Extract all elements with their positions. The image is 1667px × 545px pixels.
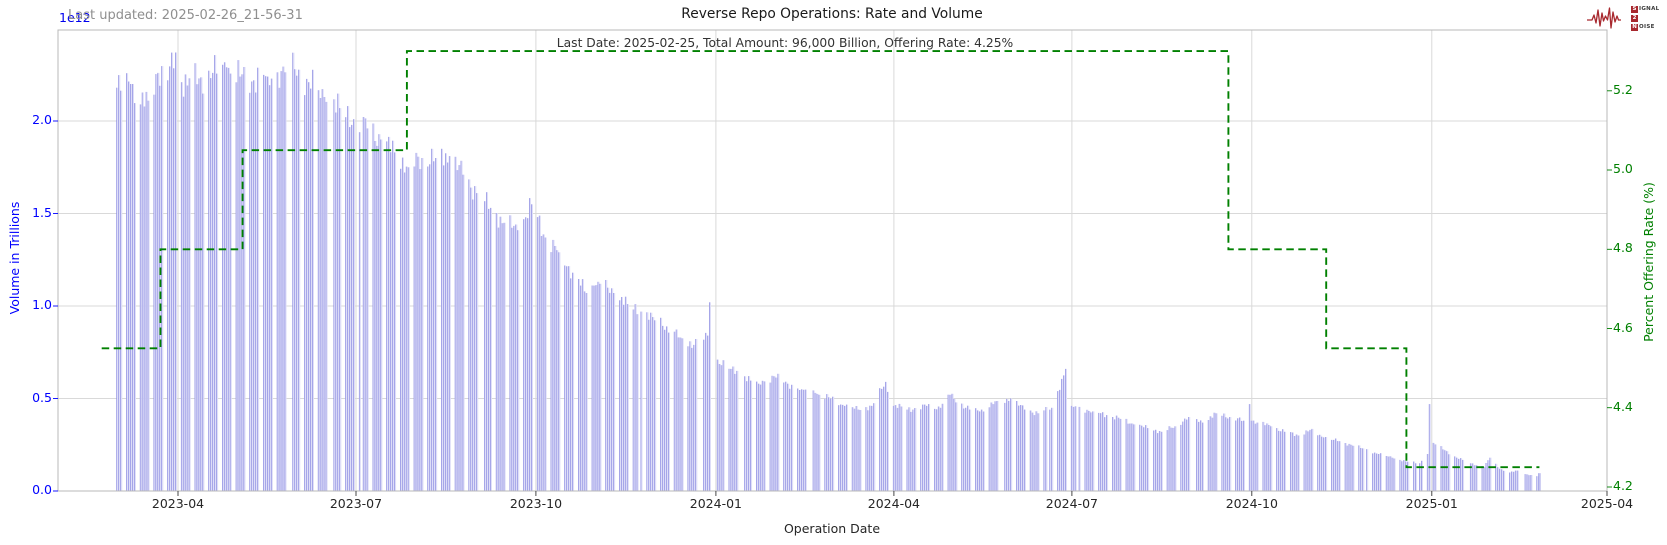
logo-letter-s: S <box>1631 6 1638 13</box>
x-tick-label: 2024-04 <box>859 497 929 511</box>
y-tick-label-left: 0.0 <box>6 483 52 497</box>
x-tick-label: 2025-01 <box>1397 497 1467 511</box>
x-tick-label: 2023-07 <box>321 497 391 511</box>
y-tick-label-left: 2.0 <box>6 113 52 127</box>
x-tick-label: 2024-07 <box>1037 497 1107 511</box>
y-tick-label-right: 4.6 <box>1613 321 1633 335</box>
y-tick-label-right: 4.8 <box>1613 241 1633 255</box>
x-tick-label: 2023-04 <box>143 497 213 511</box>
y-tick-label-right: 4.2 <box>1613 479 1633 493</box>
y-axis-title-right: Percent Offering Rate (%) <box>1642 182 1656 342</box>
rate-step-line <box>102 51 1540 467</box>
y-tick-label-left: 1.0 <box>6 298 52 312</box>
x-tick-label: 2023-10 <box>501 497 571 511</box>
logo-letter-2: 2 <box>1631 15 1638 22</box>
chart-annotation: Last Date: 2025-02-25, Total Amount: 96,… <box>557 36 1013 50</box>
chart-title: Reverse Repo Operations: Rate and Volume <box>681 7 982 23</box>
y-tick-label-left: 0.5 <box>6 391 52 405</box>
y-tick-label-left: 1.5 <box>6 206 52 220</box>
logo-waveform-icon <box>1586 3 1630 33</box>
chart-figure: Reverse Repo Operations: Rate and Volume… <box>0 0 1667 545</box>
x-tick-label: 2024-01 <box>681 497 751 511</box>
logo-letter-n: N <box>1631 24 1638 31</box>
y-tick-label-right: 5.2 <box>1613 83 1633 97</box>
y-tick-label-right: 5.0 <box>1613 162 1633 176</box>
last-updated-label: Last updated: 2025-02-26_21-56-31 <box>68 9 303 24</box>
signal2noise-logo: SIGNAL 2 NOISE <box>1586 3 1659 33</box>
y-tick-label-right: 4.4 <box>1613 400 1633 414</box>
x-tick-label: 2025-04 <box>1572 497 1642 511</box>
plot-area <box>0 0 1667 545</box>
logo-wordmark: SIGNAL 2 NOISE <box>1631 5 1659 32</box>
x-tick-label: 2024-10 <box>1217 497 1287 511</box>
x-axis-title: Operation Date <box>784 522 880 536</box>
